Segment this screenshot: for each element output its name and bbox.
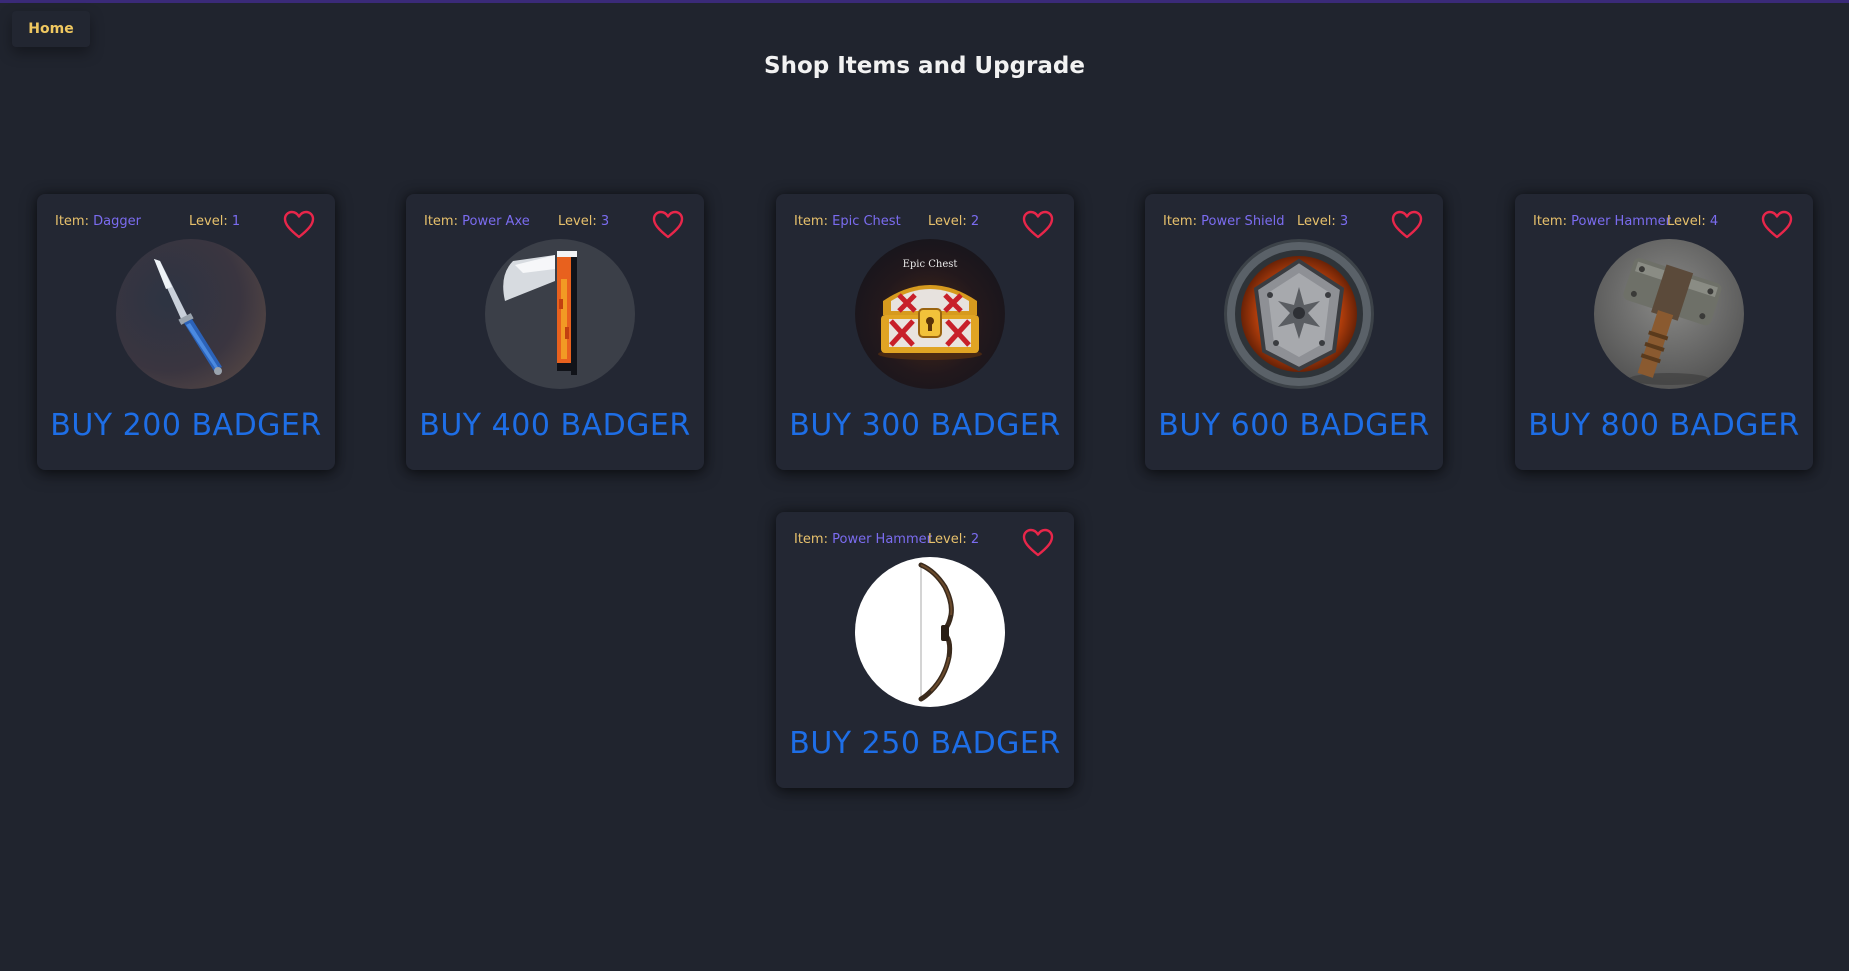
dagger-icon [116, 239, 266, 389]
bow-icon [855, 557, 1005, 707]
item-name-value: Power Hammer [1571, 214, 1671, 229]
page-title: Shop Items and Upgrade [764, 53, 1085, 79]
buy-button[interactable]: BUY 800 BADGER [1515, 408, 1813, 443]
item-name-value: Power Shield [1201, 214, 1285, 229]
buy-button[interactable]: BUY 400 BADGER [406, 408, 704, 443]
hammer-icon [1594, 239, 1744, 389]
item-name-label: Item: Power Shield [1163, 214, 1285, 229]
item-level-value: 2 [970, 214, 980, 229]
item-name-value: Dagger [93, 214, 141, 229]
item-name-label: Item: Epic Chest [794, 214, 901, 229]
item-name-value: Power Axe [462, 214, 530, 229]
item-name-value: Power Hammer [832, 532, 932, 547]
item-level-label: Level: 2 [928, 532, 980, 547]
buy-button[interactable]: BUY 300 BADGER [776, 408, 1074, 443]
item-level-value: 4 [1709, 214, 1719, 229]
item-level-value: 1 [231, 214, 241, 229]
shield-icon [1224, 239, 1374, 389]
item-name-label: Item: Power Hammer [1533, 214, 1671, 229]
shop-item-card-power-axe: Item: Power Axe Level: 3 BUY 400 BADGER [406, 194, 704, 470]
item-name-label: Item: Dagger [55, 214, 141, 229]
shop-item-card-epic-chest: Item: Epic Chest Level: 2 Epic Chest BUY… [776, 194, 1074, 470]
item-level-label: Level: 3 [1297, 214, 1349, 229]
buy-button[interactable]: BUY 200 BADGER [37, 408, 335, 443]
item-level-label: Level: 3 [558, 214, 610, 229]
heart-icon[interactable] [1391, 210, 1423, 240]
heart-icon[interactable] [1761, 210, 1793, 240]
heart-icon[interactable] [652, 210, 684, 240]
item-level-label: Level: 4 [1667, 214, 1719, 229]
item-level-value: 2 [970, 532, 980, 547]
item-name-label: Item: Power Axe [424, 214, 530, 229]
shop-item-card-power-hammer: Item: Power Hammer Level: 4 BUY 800 BADG… [1515, 194, 1813, 470]
axe-icon [485, 239, 635, 389]
shop-item-card-power-shield: Item: Power Shield Level: 3 BUY 600 BADG… [1145, 194, 1443, 470]
item-level-label: Level: 2 [928, 214, 980, 229]
buy-button[interactable]: BUY 600 BADGER [1145, 408, 1443, 443]
buy-button[interactable]: BUY 250 BADGER [776, 726, 1074, 761]
treasure-chest-icon: Epic Chest [855, 239, 1005, 389]
shop-item-card-power-hammer-bow: Item: Power Hammer Level: 2 BUY 250 BADG… [776, 512, 1074, 788]
item-name-value: Epic Chest [832, 214, 901, 229]
home-button[interactable]: Home [12, 11, 90, 47]
item-name-label: Item: Power Hammer [794, 532, 932, 547]
item-level-value: 3 [600, 214, 610, 229]
item-level-label: Level: 1 [189, 214, 241, 229]
heart-icon[interactable] [283, 210, 315, 240]
item-level-value: 3 [1339, 214, 1349, 229]
heart-icon[interactable] [1022, 210, 1054, 240]
chest-caption: Epic Chest [903, 259, 958, 270]
heart-icon[interactable] [1022, 528, 1054, 558]
shop-item-card-dagger: Item: Dagger Level: 1 BUY 200 BADGER [37, 194, 335, 470]
